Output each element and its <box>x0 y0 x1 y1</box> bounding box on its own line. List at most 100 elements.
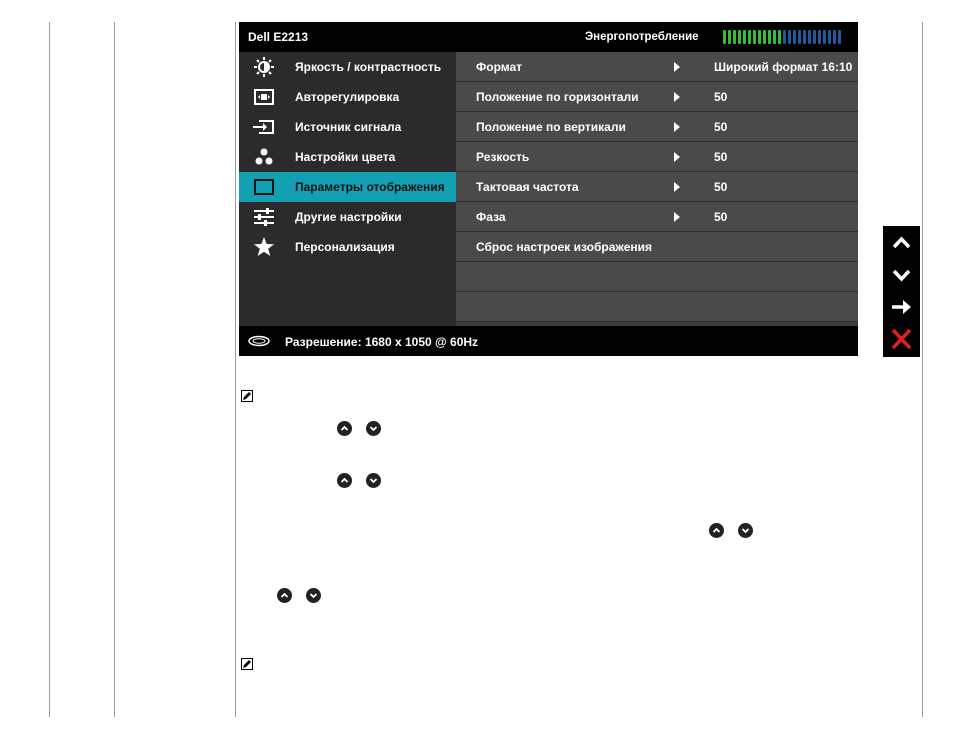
right-arrow-icon <box>674 152 680 162</box>
submenu-row-vertical-position[interactable]: Положение по вертикали 50 <box>456 112 858 142</box>
energy-segment <box>778 30 781 44</box>
input-source-icon <box>251 116 277 138</box>
table-border-right <box>922 22 923 717</box>
energy-label: Энергопотребление <box>585 31 699 43</box>
osd-header: Dell E2213 Энергопотребление <box>239 22 858 52</box>
down-button-icon <box>366 473 381 488</box>
down-button-icon <box>738 523 753 538</box>
up-button-icon <box>709 523 724 538</box>
energy-segment <box>738 30 741 44</box>
row-value: Широкий формат 16:10 <box>714 60 853 74</box>
down-arrow-icon[interactable] <box>883 259 920 291</box>
note-pencil-icon <box>241 657 253 670</box>
down-button-icon <box>366 421 381 436</box>
energy-meter <box>723 30 845 44</box>
submenu-row-pixel-clock[interactable]: Тактовая частота 50 <box>456 172 858 202</box>
menu-item-personalize[interactable]: Персонализация <box>239 232 456 262</box>
row-value: 50 <box>714 120 728 134</box>
row-label: Тактовая частота <box>476 180 579 194</box>
energy-segment <box>838 30 841 44</box>
submenu-row-phase[interactable]: Фаза 50 <box>456 202 858 232</box>
row-label: Резкость <box>476 150 530 164</box>
monitor-input-icon <box>248 334 270 348</box>
right-arrow-icon <box>674 122 680 132</box>
row-label: Формат <box>476 60 523 74</box>
energy-segment <box>728 30 731 44</box>
energy-segment <box>793 30 796 44</box>
energy-segment <box>773 30 776 44</box>
energy-segment <box>763 30 766 44</box>
energy-segment <box>768 30 771 44</box>
personalize-star-icon <box>251 236 277 258</box>
energy-segment <box>758 30 761 44</box>
osd-submenu: Формат Широкий формат 16:10 Положение по… <box>456 52 858 326</box>
submenu-row-aspect-ratio[interactable]: Формат Широкий формат 16:10 <box>456 52 858 82</box>
menu-item-color-settings[interactable]: Настройки цвета <box>239 142 456 172</box>
submenu-row-empty <box>456 262 858 292</box>
submenu-row-sharpness[interactable]: Резкость 50 <box>456 142 858 172</box>
menu-item-auto-adjust[interactable]: Авторегулировка <box>239 82 456 112</box>
right-arrow-icon <box>674 62 680 72</box>
row-label: Положение по горизонтали <box>476 90 639 104</box>
row-value: 50 <box>714 90 728 104</box>
table-border-left <box>49 22 50 717</box>
energy-segment <box>818 30 821 44</box>
osd-title: Dell E2213 <box>248 30 309 44</box>
row-label: Положение по вертикали <box>476 120 626 134</box>
menu-item-display-settings[interactable]: Параметры отображения <box>239 172 456 202</box>
energy-segment <box>803 30 806 44</box>
menu-item-label: Настройки цвета <box>295 150 396 164</box>
energy-segment <box>813 30 816 44</box>
menu-item-label: Авторегулировка <box>295 90 400 104</box>
row-label: Сброс настроек изображения <box>476 240 653 254</box>
menu-item-other-settings[interactable]: Другие настройки <box>239 202 456 232</box>
right-arrow-icon <box>674 92 680 102</box>
energy-segment <box>743 30 746 44</box>
up-button-icon <box>337 421 352 436</box>
osd-control-buttons <box>883 226 920 357</box>
menu-item-brightness-contrast[interactable]: Яркость / контрастность <box>239 52 456 82</box>
down-button-icon <box>306 588 321 603</box>
menu-item-label: Параметры отображения <box>295 180 445 194</box>
table-border-col2 <box>235 22 236 717</box>
note-pencil-icon <box>241 389 253 402</box>
row-label: Фаза <box>476 210 506 224</box>
menu-item-label: Персонализация <box>295 240 395 254</box>
menu-item-input-source[interactable]: Источник сигнала <box>239 112 456 142</box>
energy-segment <box>833 30 836 44</box>
row-value: 50 <box>714 150 728 164</box>
energy-segment <box>788 30 791 44</box>
osd-menu-screen: Dell E2213 Энергопотребление Яркость / к… <box>239 22 858 356</box>
right-arrow-icon <box>674 212 680 222</box>
energy-segment <box>733 30 736 44</box>
up-arrow-icon[interactable] <box>883 227 920 259</box>
energy-segment <box>823 30 826 44</box>
row-value: 50 <box>714 180 728 194</box>
table-border-col1 <box>114 22 115 717</box>
energy-segment <box>808 30 811 44</box>
menu-item-label: Яркость / контрастность <box>295 60 442 74</box>
other-settings-icon <box>251 206 277 228</box>
display-settings-icon <box>251 176 277 198</box>
up-button-icon <box>277 588 292 603</box>
energy-segment <box>828 30 831 44</box>
row-value: 50 <box>714 210 728 224</box>
energy-segment <box>798 30 801 44</box>
energy-segment <box>748 30 751 44</box>
osd-main-menu: Яркость / контрастность Авторегулировка <box>239 52 456 326</box>
submenu-row-display-reset[interactable]: Сброс настроек изображения <box>456 232 858 262</box>
submenu-row-horizontal-position[interactable]: Положение по горизонтали 50 <box>456 82 858 112</box>
auto-adjust-icon <box>251 86 277 108</box>
resolution-status: Разрешение: 1680 x 1050 @ 60Hz <box>285 335 479 349</box>
menu-item-label: Другие настройки <box>295 210 402 224</box>
osd-footer: Разрешение: 1680 x 1050 @ 60Hz <box>239 326 858 356</box>
right-arrow-icon <box>674 182 680 192</box>
energy-segment <box>723 30 726 44</box>
menu-item-label: Источник сигнала <box>295 120 402 134</box>
energy-segment <box>753 30 756 44</box>
submenu-row-empty <box>456 292 858 322</box>
enter-arrow-icon[interactable] <box>883 291 920 323</box>
exit-x-icon[interactable] <box>883 323 920 355</box>
color-settings-icon <box>251 146 277 168</box>
energy-segment <box>783 30 786 44</box>
